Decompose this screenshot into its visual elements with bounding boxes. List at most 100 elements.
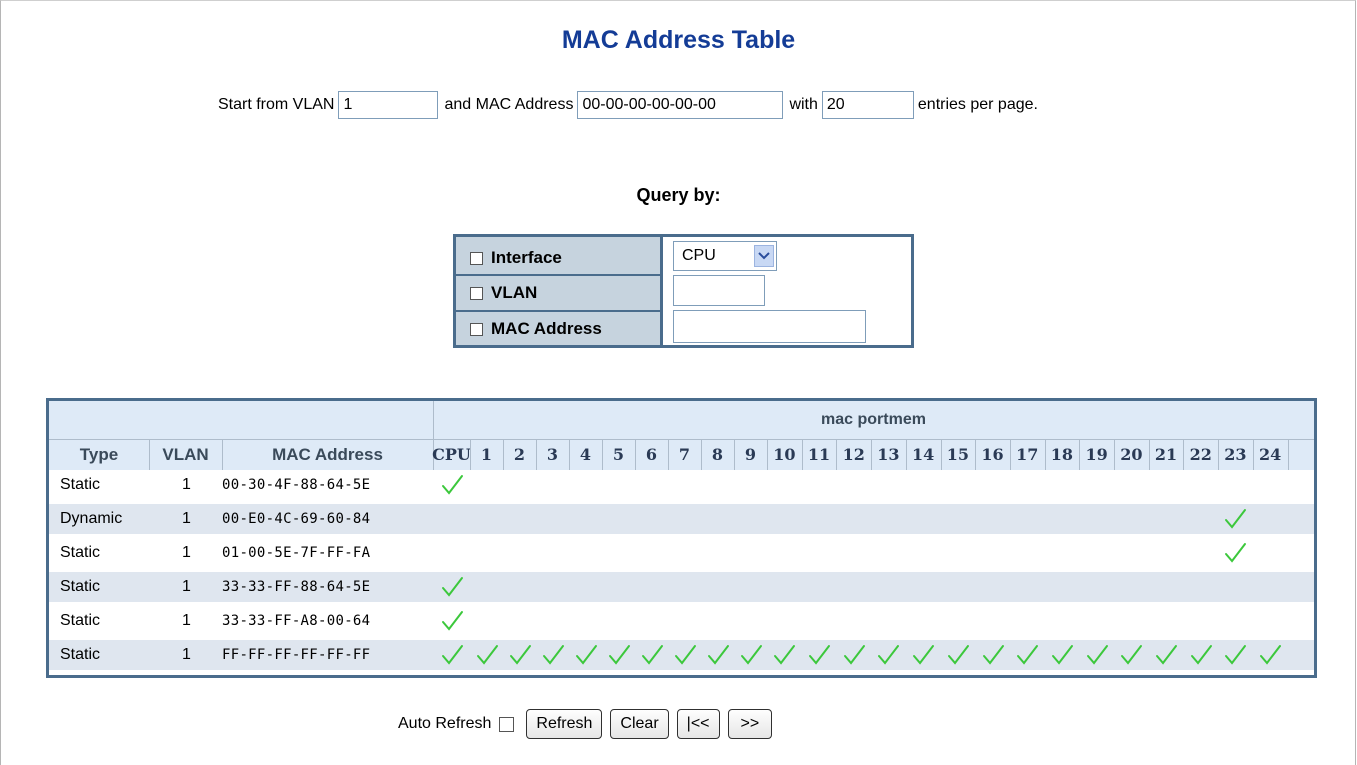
type-column-header: Type bbox=[79, 444, 119, 464]
row-mac-address: 33-33-FF-88-64-5E bbox=[222, 579, 371, 595]
check-icon bbox=[878, 645, 900, 665]
query-mac-input[interactable] bbox=[673, 310, 866, 343]
port-header-2: 2 bbox=[513, 445, 526, 464]
port-header-18: 18 bbox=[1050, 445, 1074, 464]
query-row-divider bbox=[456, 310, 660, 312]
with-label: with bbox=[789, 96, 818, 113]
mac-address-label: MAC Address bbox=[491, 319, 602, 338]
port-header-6: 6 bbox=[645, 445, 658, 464]
port-header-3: 3 bbox=[546, 445, 559, 464]
table-row: Static 1 00-30-4F-88-64-5E bbox=[49, 470, 1314, 500]
query-row-divider bbox=[456, 274, 660, 276]
interface-checkbox[interactable] bbox=[470, 251, 483, 265]
next-page-button[interactable]: >> bbox=[727, 709, 773, 739]
interface-select[interactable]: CPU bbox=[673, 241, 777, 271]
start-vlan-label: Start from VLAN bbox=[218, 96, 335, 113]
interface-select-value: CPU bbox=[682, 247, 716, 264]
query-column-divider bbox=[660, 237, 663, 345]
port-header-1: 1 bbox=[480, 445, 493, 464]
port-header-4: 4 bbox=[579, 445, 592, 464]
row-mac-address: 01-00-5E-7F-FF-FA bbox=[222, 545, 371, 561]
start-controls: Start from VLAN and MAC Address with ent… bbox=[218, 89, 1038, 121]
footer-controls: Auto Refresh Refresh Clear |<< >> bbox=[398, 708, 773, 740]
port-header-19: 19 bbox=[1085, 445, 1108, 464]
check-icon bbox=[774, 645, 796, 665]
check-icon bbox=[542, 645, 564, 665]
port-header-12: 12 bbox=[842, 445, 865, 464]
port-header-5: 5 bbox=[612, 445, 625, 464]
port-header-22: 22 bbox=[1189, 445, 1212, 464]
row-type: Static bbox=[60, 476, 101, 493]
row-mac-address: FF-FF-FF-FF-FF-FF bbox=[222, 647, 371, 663]
port-header-21: 21 bbox=[1154, 445, 1178, 464]
row-type: Static bbox=[60, 578, 101, 595]
mac-address-column-header: MAC Address bbox=[272, 444, 383, 464]
port-header-24: 24 bbox=[1259, 445, 1282, 464]
refresh-button[interactable]: Refresh bbox=[526, 709, 603, 739]
row-type: Static bbox=[60, 612, 101, 629]
check-icon bbox=[641, 645, 663, 665]
entries-per-page-label: entries per page. bbox=[917, 96, 1038, 113]
query-interface-row: Interface bbox=[470, 245, 562, 271]
port-header-16: 16 bbox=[981, 445, 1004, 464]
start-vlan-input[interactable] bbox=[338, 91, 439, 119]
row-vlan: 1 bbox=[182, 510, 191, 527]
row-vlan: 1 bbox=[182, 646, 191, 663]
chevron-down-icon[interactable] bbox=[754, 245, 774, 267]
entries-per-page-input[interactable] bbox=[821, 91, 914, 119]
table-row: Static 1 FF-FF-FF-FF-FF-FF bbox=[49, 640, 1314, 670]
check-icon bbox=[1225, 543, 1247, 563]
first-page-button[interactable]: |<< bbox=[676, 709, 720, 739]
query-vlan-input[interactable] bbox=[673, 275, 765, 306]
check-icon bbox=[740, 645, 762, 665]
check-icon bbox=[913, 645, 935, 665]
check-icon bbox=[608, 645, 630, 665]
port-header-13: 13 bbox=[877, 445, 900, 464]
mac-address-checkbox[interactable] bbox=[470, 322, 483, 336]
port-header-11: 11 bbox=[807, 445, 831, 464]
check-icon bbox=[441, 645, 463, 665]
page-title: MAC Address Table bbox=[561, 26, 796, 54]
port-header-7: 7 bbox=[678, 445, 691, 464]
vlan-checkbox[interactable] bbox=[470, 286, 483, 300]
check-icon bbox=[1017, 645, 1039, 665]
query-by-heading: Query by: bbox=[636, 185, 721, 205]
query-mac-row: MAC Address bbox=[470, 316, 602, 342]
check-icon bbox=[1086, 645, 1108, 665]
port-header-9: 9 bbox=[744, 445, 757, 464]
row-mac-address: 00-E0-4C-69-60-84 bbox=[222, 511, 371, 527]
check-icon bbox=[1121, 645, 1143, 665]
port-header-8: 8 bbox=[711, 445, 724, 464]
check-icon bbox=[947, 645, 969, 665]
check-icon bbox=[1156, 645, 1178, 665]
table-row: Dynamic 1 00-E0-4C-69-60-84 bbox=[49, 504, 1314, 534]
row-mac-address: 00-30-4F-88-64-5E bbox=[222, 477, 371, 493]
vlan-label: VLAN bbox=[491, 283, 538, 302]
check-icon bbox=[441, 611, 463, 631]
row-type: Static bbox=[60, 544, 101, 561]
port-header-17: 17 bbox=[1016, 445, 1039, 464]
port-header-14: 14 bbox=[912, 445, 935, 464]
table-row: Static 1 33-33-FF-A8-00-64 bbox=[49, 606, 1314, 636]
port-header-20: 20 bbox=[1120, 445, 1143, 464]
table-row: Static 1 01-00-5E-7F-FF-FA bbox=[49, 538, 1314, 568]
port-header-cpu: CPU bbox=[432, 445, 471, 464]
check-icon bbox=[1225, 645, 1247, 665]
auto-refresh-checkbox[interactable] bbox=[499, 716, 515, 732]
row-type: Dynamic bbox=[60, 510, 123, 527]
check-icon bbox=[441, 475, 463, 495]
row-type: Static bbox=[60, 646, 101, 663]
check-icon bbox=[441, 577, 463, 597]
check-icon bbox=[1225, 509, 1247, 529]
check-icon bbox=[982, 645, 1004, 665]
check-icon bbox=[1051, 645, 1073, 665]
start-mac-input[interactable] bbox=[577, 91, 784, 119]
check-icon bbox=[809, 645, 831, 665]
query-table: Interface CPU VLAN MAC Address bbox=[453, 234, 914, 348]
clear-button[interactable]: Clear bbox=[610, 709, 669, 739]
port-header-10: 10 bbox=[773, 445, 796, 464]
check-icon bbox=[843, 645, 865, 665]
port-header-15: 15 bbox=[946, 445, 969, 464]
check-icon bbox=[476, 645, 498, 665]
table-row: Static 1 33-33-FF-88-64-5E bbox=[49, 572, 1314, 602]
